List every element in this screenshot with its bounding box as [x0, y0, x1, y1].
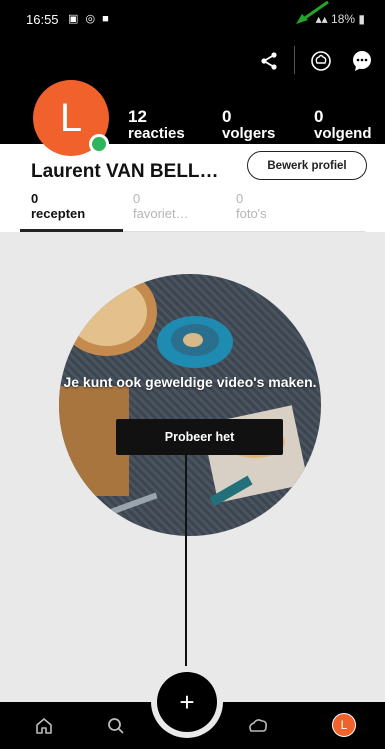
chat-icon[interactable]	[349, 48, 375, 74]
header-divider	[294, 46, 295, 74]
profile-avatar[interactable]: L	[33, 80, 109, 156]
profile-info: Laurent VAN BELL… Bewerk profiel 0 recep…	[0, 144, 385, 232]
food-illustration	[59, 274, 309, 526]
tab-favorieten[interactable]: 0 favoriet…	[133, 191, 189, 222]
stat-volgend[interactable]: 0 volgend	[314, 108, 372, 142]
stat-volgers[interactable]: 0 volgers	[222, 108, 275, 142]
tab-label: recepten	[31, 206, 86, 221]
guide-line	[185, 455, 187, 700]
empty-state-area: Je kunt ook geweldige video's maken. Pro…	[0, 232, 385, 702]
stat-value: 12	[128, 107, 147, 126]
status-bar: 16:55 ▣ ◎ ■ ▴▴ 18% ▮	[0, 0, 385, 38]
stat-value: 0	[314, 107, 324, 126]
home-icon[interactable]	[32, 714, 56, 738]
tab-recepten[interactable]: 0 recepten	[31, 191, 86, 222]
activity-icon[interactable]	[246, 714, 270, 738]
stat-label: reacties	[128, 125, 185, 142]
stat-reacties[interactable]: 12 reacties	[128, 108, 185, 142]
profile-name: Laurent VAN BELL…	[31, 161, 219, 182]
search-icon[interactable]	[104, 714, 128, 738]
add-recipe-button[interactable]: +	[157, 672, 217, 732]
promo-text: Je kunt ook geweldige video's maken.	[63, 374, 317, 390]
share-icon[interactable]	[256, 48, 282, 74]
status-time: 16:55	[26, 12, 59, 27]
tab-count: 0	[31, 191, 39, 206]
promo-food-image: Je kunt ook geweldige video's maken.	[59, 274, 321, 536]
online-status-dot	[89, 134, 109, 154]
edit-profile-button[interactable]: Bewerk profiel	[247, 151, 367, 180]
tab-label: foto's	[236, 206, 267, 221]
battery-icon: ▮	[358, 12, 365, 26]
stat-value: 0	[222, 107, 232, 126]
stat-label: volgend	[314, 125, 372, 142]
try-it-button[interactable]: Probeer het	[116, 419, 283, 455]
tab-count: 0	[133, 191, 141, 206]
tab-label: favoriet…	[133, 206, 189, 221]
tab-fotos[interactable]: 0 foto's	[236, 191, 267, 222]
chef-hat-icon[interactable]	[308, 48, 334, 74]
tab-count: 0	[236, 191, 244, 206]
stat-label: volgers	[222, 125, 276, 142]
nav-profile-avatar[interactable]: L	[332, 713, 356, 737]
annotation-arrow-icon	[296, 0, 329, 24]
notification-icons: ▣ ◎ ■	[68, 13, 111, 25]
